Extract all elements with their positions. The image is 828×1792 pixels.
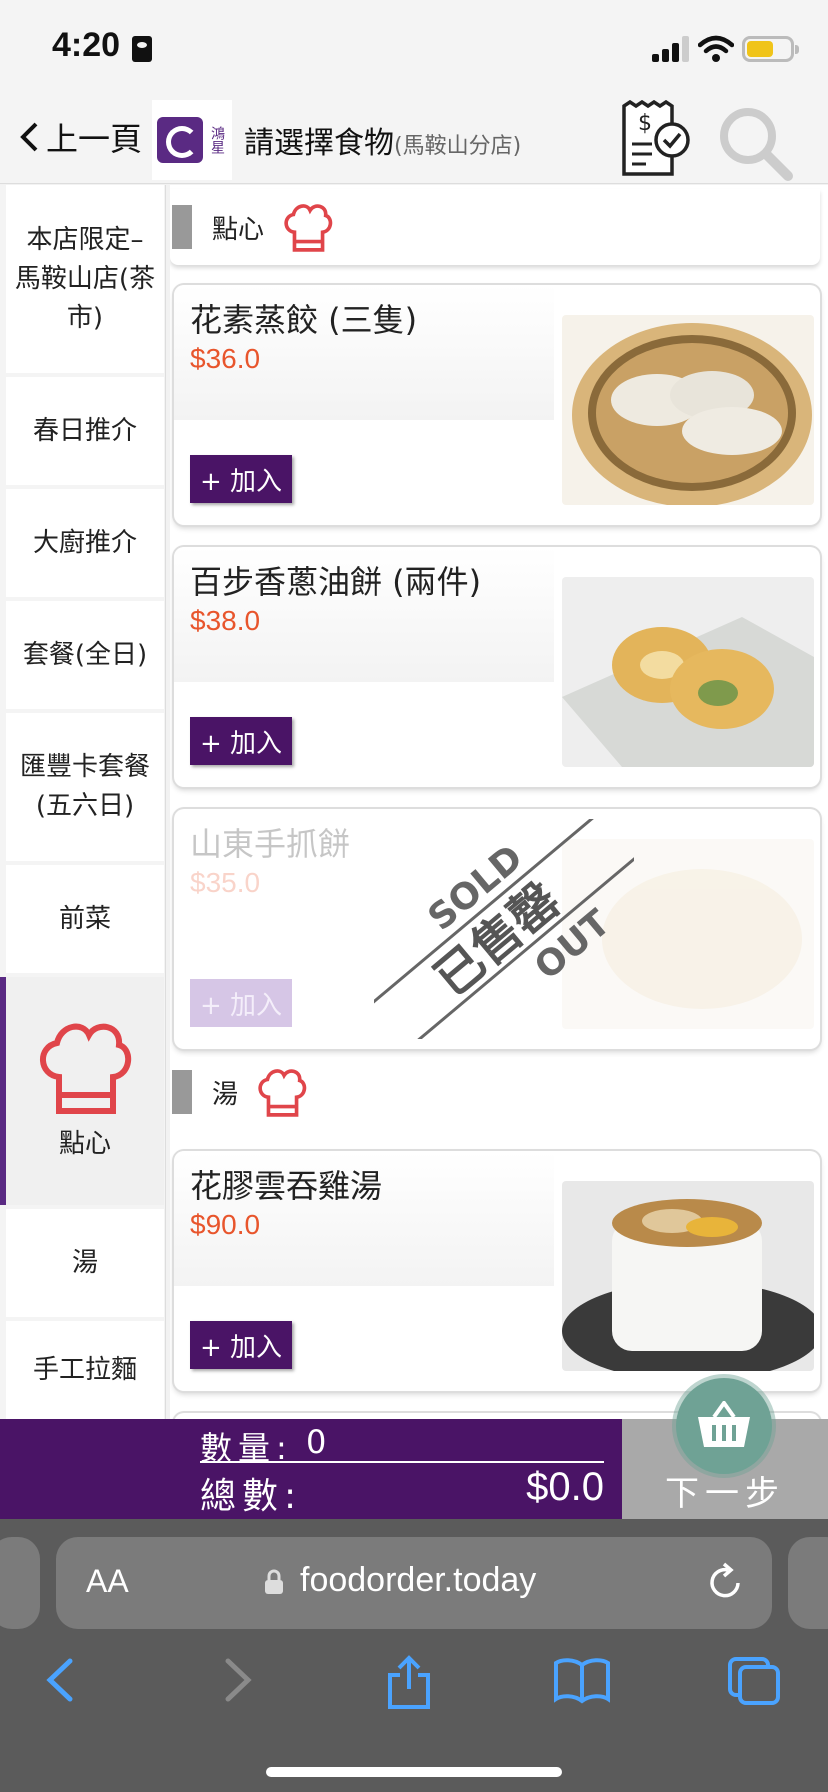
sidebar-item-limited[interactable]: 本店限定–馬鞍山店(茶市) <box>6 185 164 373</box>
total-value: $0.0 <box>526 1465 604 1509</box>
item-price: $38.0 <box>190 605 261 636</box>
sidebar-item-dimsum[interactable]: 點心 <box>0 977 164 1205</box>
menu-item-card[interactable]: 花素蒸餃 (三隻) $36.0 + 加入 <box>174 285 820 525</box>
back-button[interactable]: 上一頁 <box>18 114 142 160</box>
status-bar: 4:20 <box>0 0 828 96</box>
branch-subtitle: (馬鞍山分店) <box>394 134 522 159</box>
item-name: 百步香蔥油餅 (兩件) <box>190 563 482 601</box>
add-button[interactable]: + 加入 <box>190 1321 292 1369</box>
menu-list: 點心 花素蒸餃 (三隻) $36.0 + 加入 百步香蔥油餅 (兩件) $38.… <box>170 185 828 1419</box>
bookmarks-icon[interactable] <box>552 1655 612 1705</box>
sidebar-item-label: 點心 <box>58 1128 111 1159</box>
sidebar-item-spring[interactable]: 春日推介 <box>6 377 164 485</box>
chef-hat-icon <box>258 1069 307 1117</box>
menu-item-card[interactable]: 花膠雲吞雞湯 $90.0 + 加入 <box>174 1151 820 1391</box>
sidebar-item-noodles[interactable]: 手工拉麵 <box>6 1321 164 1419</box>
menu-item-card-sold-out: 山東手抓餅 $35.0 + 加入 SOLD 已售罄 OUT <box>174 809 820 1049</box>
receipt-icon[interactable]: $ <box>616 100 696 180</box>
dumpling-photo <box>562 315 814 505</box>
svg-text:$: $ <box>638 111 652 136</box>
add-button[interactable]: + 加入 <box>190 455 292 503</box>
section-header-dimsum: 點心 <box>170 189 820 265</box>
quantity-value: 0 <box>306 1423 327 1461</box>
browser-toolbar: AA foodorder.today <box>0 1519 828 1792</box>
item-name: 山東手抓餅 <box>190 825 351 863</box>
url-text: foodorder.today <box>300 1561 537 1599</box>
basket-icon <box>698 1401 750 1447</box>
back-arrow-icon[interactable] <box>40 1655 80 1705</box>
item-name: 花膠雲吞雞湯 <box>190 1167 383 1205</box>
item-price: $90.0 <box>190 1209 261 1240</box>
item-name: 花素蒸餃 (三隻) <box>190 301 418 339</box>
previous-tab-preview[interactable] <box>0 1537 40 1629</box>
logo-text: 鴻星 <box>209 126 225 154</box>
title-text: 請選擇食物 <box>244 126 394 161</box>
category-sidebar: 本店限定–馬鞍山店(茶市) 春日推介 大廚推介 套餐(全日) 匯豐卡套餐(五六日… <box>0 185 166 1419</box>
section-title: 點心 <box>212 214 265 245</box>
chevron-left-icon <box>20 122 38 152</box>
sidebar-item-hsbc-set[interactable]: 匯豐卡套餐(五六日) <box>6 713 164 861</box>
page-title: 請選擇食物(馬鞍山分店) <box>244 118 521 162</box>
search-icon[interactable] <box>716 104 796 184</box>
reader-aa-button[interactable]: AA <box>86 1563 129 1600</box>
sidebar-item-appetizer[interactable]: 前菜 <box>6 865 164 973</box>
total-label: 總數: <box>200 1476 303 1517</box>
brand-logo: 鴻星 <box>152 100 232 180</box>
sim-icon <box>132 36 152 62</box>
screen: 4:20 上一頁 鴻星 請選擇食物(馬鞍山分店) $ 本店限定–馬鞍山店(茶市)… <box>0 0 828 1792</box>
section-header-soup: 湯 <box>170 1057 820 1127</box>
top-header: 上一頁 鴻星 請選擇食物(馬鞍山分店) $ <box>0 96 828 184</box>
scallion-pancake-photo <box>562 577 814 767</box>
back-label: 上一頁 <box>46 120 143 158</box>
status-time: 4:20 <box>52 26 121 64</box>
next-tab-preview[interactable] <box>788 1537 828 1629</box>
add-button-disabled: + 加入 <box>190 979 292 1027</box>
sold-out-stamp: SOLD 已售罄 OUT <box>374 819 634 1039</box>
sidebar-item-soup[interactable]: 湯 <box>6 1209 164 1317</box>
tabs-icon[interactable] <box>726 1655 782 1707</box>
logo-mark-icon <box>157 117 203 163</box>
soup-photo <box>562 1181 814 1371</box>
section-title: 湯 <box>212 1079 239 1110</box>
address-bar[interactable]: AA foodorder.today <box>56 1537 772 1629</box>
lock-icon <box>265 1569 283 1594</box>
chef-hat-icon <box>40 1023 131 1114</box>
wifi-icon <box>698 35 734 62</box>
item-price: $35.0 <box>190 867 261 898</box>
sidebar-item-set-meal[interactable]: 套餐(全日) <box>6 601 164 709</box>
signal-icon <box>652 36 690 62</box>
share-icon[interactable] <box>384 1655 434 1711</box>
basket-button[interactable] <box>676 1378 772 1474</box>
home-indicator <box>266 1767 562 1777</box>
add-button[interactable]: + 加入 <box>190 717 292 765</box>
battery-icon <box>742 36 799 62</box>
item-price: $36.0 <box>190 343 261 374</box>
sidebar-item-chef[interactable]: 大廚推介 <box>6 489 164 597</box>
chef-hat-icon <box>284 204 333 252</box>
cart-summary: 數量: 0 總數: $0.0 <box>0 1419 622 1519</box>
reload-icon[interactable] <box>706 1561 746 1603</box>
menu-item-card[interactable]: 百步香蔥油餅 (兩件) $38.0 + 加入 <box>174 547 820 787</box>
forward-arrow-icon <box>225 1658 252 1702</box>
